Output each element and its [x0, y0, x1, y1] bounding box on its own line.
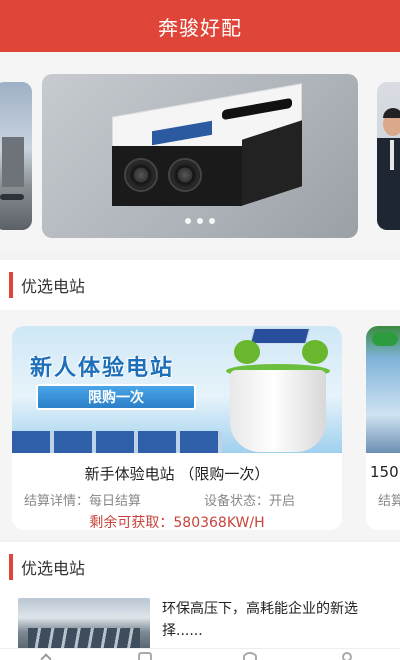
device-status: 设备状态：开启: [204, 494, 296, 509]
home-icon[interactable]: [40, 653, 52, 660]
station-name: 新手体验电站 （限购一次）: [84, 465, 270, 483]
tree-icon: [234, 340, 260, 364]
fan-icon: [168, 158, 202, 192]
carousel-dot[interactable]: [209, 218, 215, 224]
carousel-dot[interactable]: [185, 218, 191, 224]
section-title: 优选电站: [21, 559, 86, 578]
section-title: 优选电站: [21, 277, 86, 296]
logo-badge: [372, 332, 398, 346]
section-accent-bar: [9, 272, 13, 298]
settlement-detail: 结算详情：每日结算: [24, 494, 142, 509]
section-header-stations: 优选电站: [0, 260, 400, 310]
promo-subtitle: 限购一次: [36, 384, 196, 410]
profile-icon[interactable]: [342, 652, 352, 660]
fan-icon: [124, 158, 158, 192]
remaining-capacity: 剩余可获取：580368KW/H: [89, 515, 265, 530]
station-image: [366, 326, 400, 453]
station-card[interactable]: 新人体验电站 限购一次 新手体验电站 （限购一次） 结算详情：每日结算 设备状态…: [12, 326, 342, 530]
promo-title: 新人体验电站: [30, 356, 175, 381]
car-image: [0, 194, 24, 200]
banner-slide-previous[interactable]: [0, 82, 32, 230]
planter-image: [230, 370, 326, 452]
solar-panel-image: [12, 431, 222, 453]
station-name: 150K: [370, 463, 400, 481]
news-title: 环保高压下，高耗能企业的新选择......: [162, 601, 358, 639]
page-title: 奔骏好配: [158, 15, 242, 40]
tree-icon: [302, 340, 328, 364]
settlement-detail: 结算: [378, 494, 400, 509]
section-accent-bar: [9, 554, 13, 580]
battery-product-image: [112, 83, 302, 210]
banner-slide-current[interactable]: [42, 74, 358, 238]
station-card[interactable]: 150K 结算: [366, 326, 400, 530]
carousel-dot[interactable]: [197, 218, 203, 224]
station-promo-image: 新人体验电站 限购一次: [12, 326, 342, 453]
banner-carousel[interactable]: [0, 52, 400, 252]
section-header-news: 优选电站: [0, 542, 400, 592]
station-icon[interactable]: [138, 652, 152, 660]
bottom-tab-bar: [0, 648, 400, 660]
order-icon[interactable]: [243, 652, 257, 660]
station-card-list[interactable]: 新人体验电站 限购一次 新手体验电站 （限购一次） 结算详情：每日结算 设备状态…: [0, 310, 400, 540]
carousel-indicator: [42, 218, 358, 224]
banner-slide-next[interactable]: [377, 82, 400, 230]
building-image: [2, 137, 24, 187]
news-thumbnail: [18, 598, 150, 654]
app-header: 奔骏好配: [0, 0, 400, 52]
solar-panel-icon: [249, 328, 311, 344]
